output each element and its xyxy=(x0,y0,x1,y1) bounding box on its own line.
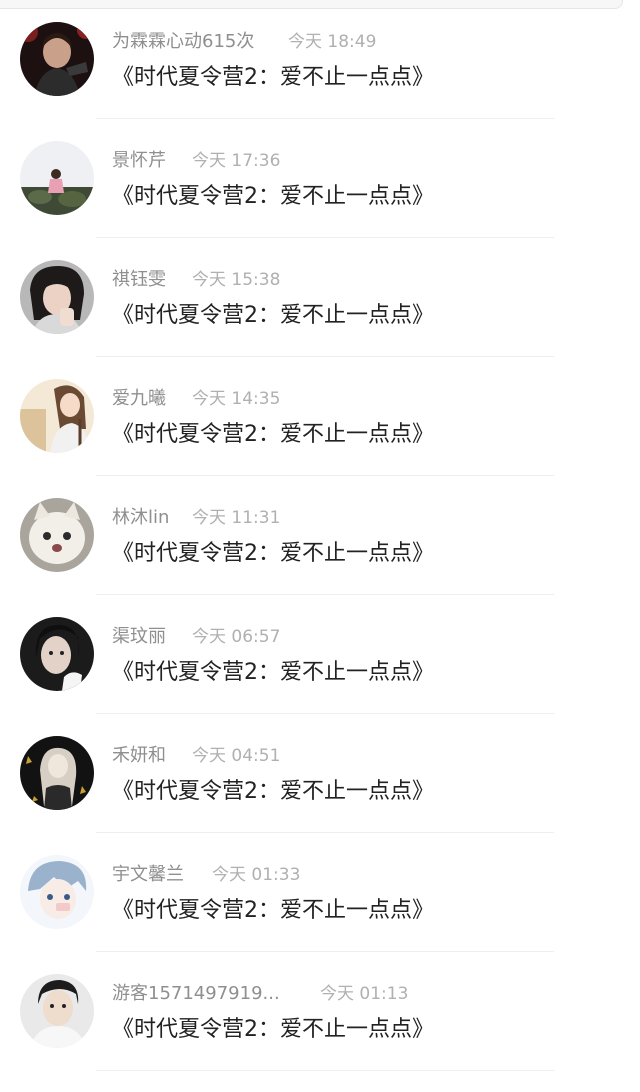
user-avatar[interactable] xyxy=(20,617,94,691)
user-avatar[interactable] xyxy=(20,22,94,96)
username[interactable]: 爱九曦 xyxy=(112,388,166,409)
comment-text: 《时代夏令营2：爱不止一点点》 xyxy=(112,660,434,685)
comment-list-page: 为霖霖心动615次 今天 18:49 《时代夏令营2：爱不止一点点》 景怀芹 今… xyxy=(0,0,640,1092)
timestamp: 今天 11:31 xyxy=(192,508,281,528)
user-avatar[interactable] xyxy=(20,974,94,1048)
comment-text: 《时代夏令营2：爱不止一点点》 xyxy=(112,65,434,90)
comment-meta: 渠玟丽 今天 06:57 xyxy=(112,625,280,649)
comment-text: 《时代夏令营2：爱不止一点点》 xyxy=(112,898,434,923)
comment-meta: 林沐lin 今天 11:31 xyxy=(112,506,280,530)
comment-meta: 祺钰雯 今天 15:38 xyxy=(112,268,280,292)
username[interactable]: 宇文馨兰 xyxy=(112,864,184,885)
timestamp: 今天 01:33 xyxy=(212,865,301,885)
username[interactable]: 渠玟丽 xyxy=(112,626,166,647)
comment-meta: 禾妍和 今天 04:51 xyxy=(112,744,280,768)
user-avatar[interactable] xyxy=(20,855,94,929)
divider xyxy=(96,1070,554,1071)
username[interactable]: 为霖霖心动615次 xyxy=(112,31,254,52)
user-avatar[interactable] xyxy=(20,379,94,453)
comment-item[interactable]: 爱九曦 今天 14:35 《时代夏令营2：爱不止一点点》 xyxy=(0,357,640,476)
timestamp: 今天 01:13 xyxy=(320,984,409,1004)
timestamp: 今天 17:36 xyxy=(192,151,281,171)
comment-item[interactable]: 游客1571497919... 今天 01:13 《时代夏令营2：爱不止一点点》 xyxy=(0,952,640,1071)
timestamp: 今天 15:38 xyxy=(192,270,281,290)
username[interactable]: 林沐lin xyxy=(112,507,169,528)
user-avatar[interactable] xyxy=(20,736,94,810)
username[interactable]: 景怀芹 xyxy=(112,150,166,171)
comment-text: 《时代夏令营2：爱不止一点点》 xyxy=(112,184,434,209)
comment-item[interactable]: 景怀芹 今天 17:36 《时代夏令营2：爱不止一点点》 xyxy=(0,119,640,238)
comment-item[interactable]: 为霖霖心动615次 今天 18:49 《时代夏令营2：爱不止一点点》 xyxy=(0,0,640,119)
comment-item[interactable]: 宇文馨兰 今天 01:33 《时代夏令营2：爱不止一点点》 xyxy=(0,833,640,952)
user-avatar[interactable] xyxy=(20,141,94,215)
timestamp: 今天 18:49 xyxy=(288,32,377,52)
comment-item[interactable]: 禾妍和 今天 04:51 《时代夏令营2：爱不止一点点》 xyxy=(0,714,640,833)
timestamp: 今天 06:57 xyxy=(192,627,281,647)
comment-item[interactable]: 祺钰雯 今天 15:38 《时代夏令营2：爱不止一点点》 xyxy=(0,238,640,357)
comment-item[interactable]: 渠玟丽 今天 06:57 《时代夏令营2：爱不止一点点》 xyxy=(0,595,640,714)
comment-meta: 爱九曦 今天 14:35 xyxy=(112,387,280,411)
user-avatar[interactable] xyxy=(20,260,94,334)
comment-text: 《时代夏令营2：爱不止一点点》 xyxy=(112,1017,434,1042)
comment-meta: 游客1571497919... 今天 01:13 xyxy=(112,982,408,1006)
comment-meta: 宇文馨兰 今天 01:33 xyxy=(112,863,300,887)
comment-item[interactable]: 林沐lin 今天 11:31 《时代夏令营2：爱不止一点点》 xyxy=(0,476,640,595)
comment-text: 《时代夏令营2：爱不止一点点》 xyxy=(112,422,434,447)
username[interactable]: 游客1571497919... xyxy=(112,983,280,1004)
comment-meta: 景怀芹 今天 17:36 xyxy=(112,149,280,173)
comment-text: 《时代夏令营2：爱不止一点点》 xyxy=(112,303,434,328)
comment-text: 《时代夏令营2：爱不止一点点》 xyxy=(112,779,434,804)
timestamp: 今天 04:51 xyxy=(192,746,281,766)
user-avatar[interactable] xyxy=(20,498,94,572)
username[interactable]: 禾妍和 xyxy=(112,745,166,766)
timestamp: 今天 14:35 xyxy=(192,389,281,409)
username[interactable]: 祺钰雯 xyxy=(112,269,166,290)
comment-meta: 为霖霖心动615次 今天 18:49 xyxy=(112,30,376,54)
comment-text: 《时代夏令营2：爱不止一点点》 xyxy=(112,541,434,566)
